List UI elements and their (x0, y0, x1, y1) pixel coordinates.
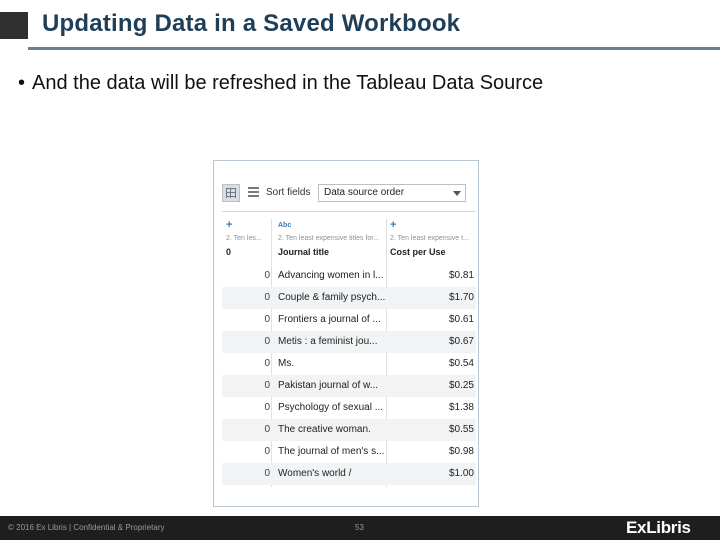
cell-journal-title: Psychology of sexual ... (278, 402, 384, 413)
table-row[interactable]: 0 The creative woman. $0.55 (222, 419, 476, 441)
table-row[interactable]: 0 Metis : a feminist jou... $0.67 (222, 331, 476, 353)
cell-cost-per-use: $0.25 (448, 380, 474, 391)
table-row[interactable]: 0 Women's world / $1.00 (222, 463, 476, 485)
bullet-item: • And the data will be refreshed in the T… (18, 72, 543, 95)
slide-footer: © 2016 Ex Libris | Confidential & Propri… (0, 516, 720, 540)
sort-fields-value: Data source order (324, 187, 405, 198)
cell-zero: 0 (264, 402, 270, 413)
cell-journal-title: Advancing women in l... (278, 270, 384, 281)
table-row[interactable]: 0 Psychology of sexual ... $1.38 (222, 397, 476, 419)
cell-zero: 0 (264, 292, 270, 303)
cell-zero: 0 (264, 380, 270, 391)
title-accent-block (0, 12, 28, 39)
cell-zero: 0 (264, 446, 270, 457)
exlibris-logo: ExLibris (626, 518, 691, 537)
cell-zero: 0 (264, 358, 270, 369)
numeric-type-icon: + (390, 219, 397, 231)
sort-fields-label: Sort fields (266, 187, 311, 198)
table-row[interactable]: 0 Couple & family psych... $1.70 (222, 287, 476, 309)
table-row[interactable]: 0 Ms. $0.54 (222, 353, 476, 375)
table-row[interactable]: 0 Frontiers a journal of ... $0.61 (222, 309, 476, 331)
page-number: 53 (355, 523, 364, 532)
list-view-icon[interactable] (248, 187, 259, 197)
tableau-data-grid-screenshot: Sort fields Data source order + 2. Ten l… (213, 160, 479, 507)
column-name: Journal title (278, 247, 330, 257)
column-name: Cost per Use (390, 247, 446, 257)
grid-view-icon[interactable] (222, 184, 240, 202)
cell-journal-title: Ms. (278, 358, 295, 369)
cell-zero: 0 (264, 468, 270, 479)
sort-fields-dropdown[interactable]: Data source order (318, 184, 466, 202)
cell-cost-per-use: $0.98 (448, 446, 474, 457)
cell-zero: 0 (264, 336, 270, 347)
cell-zero: 0 (264, 424, 270, 435)
title-underline (28, 47, 720, 50)
grid-toolbar: Sort fields Data source order (222, 183, 468, 205)
cell-journal-title: The creative woman. (278, 424, 371, 435)
table-row[interactable]: 0 Pakistan journal of w... $0.25 (222, 375, 476, 397)
cell-cost-per-use: $1.70 (448, 292, 474, 303)
chevron-down-icon (453, 191, 461, 196)
column-source: 2. Ten les... (226, 235, 262, 242)
bullet-text: And the data will be refreshed in the Ta… (32, 72, 544, 94)
cell-journal-title: Metis : a feminist jou... (278, 336, 378, 347)
column-name: 0 (226, 247, 232, 257)
cell-cost-per-use: $0.61 (448, 314, 474, 325)
copyright-text: © 2016 Ex Libris | Confidential & Propri… (8, 523, 165, 532)
column-source: 2. Ten least expensive t... (390, 235, 469, 242)
column-headers: + 2. Ten les... 0 Abc 2. Ten least expen… (222, 219, 476, 261)
column-source: 2. Ten least expensive titles for... (278, 235, 380, 242)
bullet-dot-icon: • (18, 72, 26, 94)
cell-cost-per-use: $0.81 (448, 270, 474, 281)
string-type-icon: Abc (278, 222, 292, 229)
table-row[interactable]: 0 Advancing women in l... $0.81 (222, 265, 476, 287)
column-header-0[interactable]: + 2. Ten les... 0 (226, 219, 274, 261)
cell-cost-per-use: $0.67 (448, 336, 474, 347)
slide-title: Updating Data in a Saved Workbook (42, 10, 461, 37)
table-row[interactable]: 0 The journal of men's s... $0.98 (222, 441, 476, 463)
cell-cost-per-use: $1.00 (448, 468, 474, 479)
cell-journal-title: Women's world / (278, 468, 352, 479)
column-header-journal-title[interactable]: Abc 2. Ten least expensive titles for...… (278, 219, 386, 261)
cell-cost-per-use: $1.38 (448, 402, 474, 413)
numeric-type-icon: + (226, 219, 233, 231)
cell-journal-title: Couple & family psych... (278, 292, 386, 303)
column-header-cost-per-use[interactable]: + 2. Ten least expensive t... Cost per U… (390, 219, 476, 261)
toolbar-divider (222, 211, 476, 212)
cell-cost-per-use: $0.54 (448, 358, 474, 369)
cell-journal-title: Frontiers a journal of ... (278, 314, 381, 325)
cell-zero: 0 (264, 270, 270, 281)
cell-journal-title: The journal of men's s... (278, 446, 385, 457)
cell-zero: 0 (264, 314, 270, 325)
cell-journal-title: Pakistan journal of w... (278, 380, 379, 391)
cell-cost-per-use: $0.55 (448, 424, 474, 435)
